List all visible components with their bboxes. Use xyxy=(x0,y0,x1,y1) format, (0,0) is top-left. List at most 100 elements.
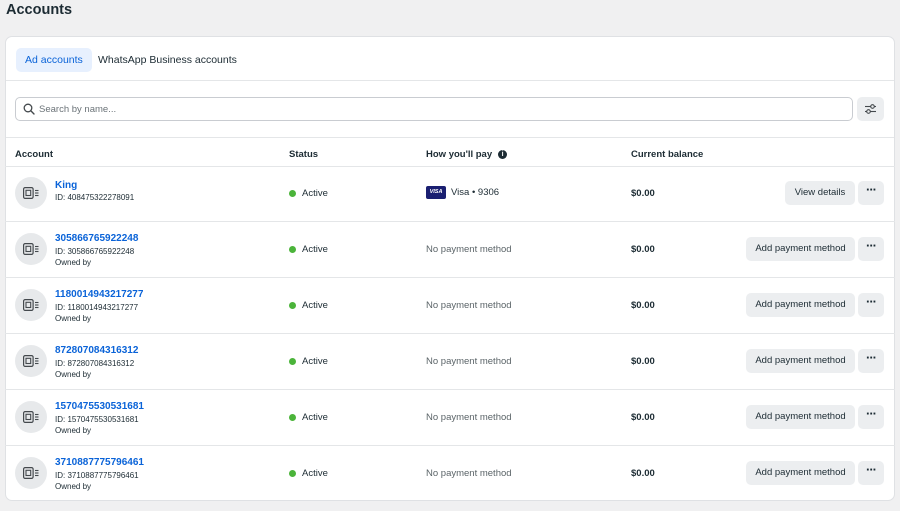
account-id: ID: 1570475530531681 xyxy=(55,415,139,424)
ad-account-icon xyxy=(23,187,39,199)
status-dot xyxy=(289,358,296,365)
column-header-status[interactable]: Status xyxy=(289,149,318,160)
account-name-link[interactable]: 305866765922248 xyxy=(55,233,138,244)
payment-method-label: No payment method xyxy=(426,300,512,311)
tab-ad-accounts[interactable]: Ad accounts xyxy=(16,48,92,72)
more-horizontal-icon: ··· xyxy=(866,182,877,197)
account-id: ID: 872807084316312 xyxy=(55,359,135,368)
current-balance: $0.00 xyxy=(631,412,655,423)
accounts-table-body: King ID: 408475322278091 Active VISA Vis… xyxy=(5,166,895,502)
avatar xyxy=(15,401,47,433)
status-dot xyxy=(289,190,296,197)
column-header-account[interactable]: Account xyxy=(15,149,53,160)
add-payment-method-button[interactable]: Add payment method xyxy=(746,237,855,261)
account-owner: Owned by xyxy=(55,482,92,491)
status-badge: Active xyxy=(289,356,328,367)
payment-method-label: No payment method xyxy=(426,244,512,255)
account-id: ID: 3710887775796461 xyxy=(55,471,139,480)
more-options-button[interactable]: ··· xyxy=(858,237,884,261)
search-input[interactable] xyxy=(39,101,839,118)
tab-whatsapp-business-accounts[interactable]: WhatsApp Business accounts xyxy=(89,48,246,72)
more-options-button[interactable]: ··· xyxy=(858,293,884,317)
status-label: Active xyxy=(302,356,328,367)
more-horizontal-icon: ··· xyxy=(866,462,877,477)
add-payment-method-button[interactable]: Add payment method xyxy=(746,349,855,373)
page-title: Accounts xyxy=(6,2,73,18)
table-row: 1180014943217277 ID: 1180014943217277 Ow… xyxy=(5,278,895,334)
status-label: Active xyxy=(302,300,328,311)
more-options-button[interactable]: ··· xyxy=(858,461,884,485)
sliders-icon xyxy=(865,104,876,114)
current-balance: $0.00 xyxy=(631,356,655,367)
current-balance: $0.00 xyxy=(631,188,655,199)
status-badge: Active xyxy=(289,300,328,311)
search-icon xyxy=(23,103,35,115)
column-header-pay[interactable]: How you'll pay i xyxy=(426,149,508,160)
account-name-link[interactable]: 1180014943217277 xyxy=(55,289,143,300)
status-dot xyxy=(289,414,296,421)
more-horizontal-icon: ··· xyxy=(866,294,877,309)
current-balance: $0.00 xyxy=(631,468,655,479)
more-horizontal-icon: ··· xyxy=(866,406,877,421)
filter-button[interactable] xyxy=(857,97,884,121)
account-owner: Owned by xyxy=(55,258,92,267)
account-name-link[interactable]: King xyxy=(55,180,77,191)
tab-bar: Ad accounts WhatsApp Business accounts xyxy=(6,37,894,81)
avatar xyxy=(15,233,47,265)
column-header-balance[interactable]: Current balance xyxy=(631,149,703,160)
account-owner: Owned by xyxy=(55,370,92,379)
visa-card-icon: VISA xyxy=(426,186,446,199)
avatar xyxy=(15,177,47,209)
account-owner: Owned by xyxy=(55,426,92,435)
account-name-link[interactable]: 1570475530531681 xyxy=(55,401,144,412)
search-input-container[interactable] xyxy=(15,97,853,121)
status-dot xyxy=(289,302,296,309)
avatar xyxy=(15,345,47,377)
ad-account-icon xyxy=(23,299,39,311)
ad-account-icon xyxy=(23,243,39,255)
payment-method-label: Visa • 9306 xyxy=(451,187,500,198)
more-options-button[interactable]: ··· xyxy=(858,181,884,205)
table-row: 3710887775796461 ID: 3710887775796461 Ow… xyxy=(5,446,895,502)
payment-method-label: No payment method xyxy=(426,468,512,479)
avatar xyxy=(15,289,47,321)
add-payment-method-button[interactable]: Add payment method xyxy=(746,293,855,317)
current-balance: $0.00 xyxy=(631,300,655,311)
table-row: 1570475530531681 ID: 1570475530531681 Ow… xyxy=(5,390,895,446)
ad-account-icon xyxy=(23,355,39,367)
more-horizontal-icon: ··· xyxy=(866,350,877,365)
ad-account-icon xyxy=(23,467,39,479)
account-name-link[interactable]: 3710887775796461 xyxy=(55,457,144,468)
avatar xyxy=(15,457,47,489)
payment-method-label: No payment method xyxy=(426,356,512,367)
column-header-pay-label: How you'll pay xyxy=(426,149,493,160)
table-row: 872807084316312 ID: 872807084316312 Owne… xyxy=(5,334,895,390)
status-label: Active xyxy=(302,244,328,255)
account-owner: Owned by xyxy=(55,314,92,323)
account-id: ID: 1180014943217277 xyxy=(55,303,139,312)
more-options-button[interactable]: ··· xyxy=(858,349,884,373)
view-details-button[interactable]: View details xyxy=(785,181,855,205)
account-id: ID: 408475322278091 xyxy=(55,193,135,202)
status-label: Active xyxy=(302,188,328,199)
status-badge: Active xyxy=(289,412,328,423)
status-label: Active xyxy=(302,412,328,423)
status-badge: Active xyxy=(289,468,328,479)
status-label: Active xyxy=(302,468,328,479)
more-options-button[interactable]: ··· xyxy=(858,405,884,429)
more-horizontal-icon: ··· xyxy=(866,238,877,253)
status-badge: Active xyxy=(289,244,328,255)
ad-account-icon xyxy=(23,411,39,423)
info-icon[interactable]: i xyxy=(498,150,508,159)
account-name-link[interactable]: 872807084316312 xyxy=(55,345,138,356)
add-payment-method-button[interactable]: Add payment method xyxy=(746,461,855,485)
add-payment-method-button[interactable]: Add payment method xyxy=(746,405,855,429)
status-dot xyxy=(289,246,296,253)
table-row: 305866765922248 ID: 305866765922248 Owne… xyxy=(5,222,895,278)
payment-method: VISA Visa • 9306 xyxy=(426,186,499,199)
current-balance: $0.00 xyxy=(631,244,655,255)
status-dot xyxy=(289,470,296,477)
account-id: ID: 305866765922248 xyxy=(55,247,135,256)
table-row: King ID: 408475322278091 Active VISA Vis… xyxy=(5,166,895,222)
table-header: Account Status How you'll pay i Current … xyxy=(5,137,895,167)
